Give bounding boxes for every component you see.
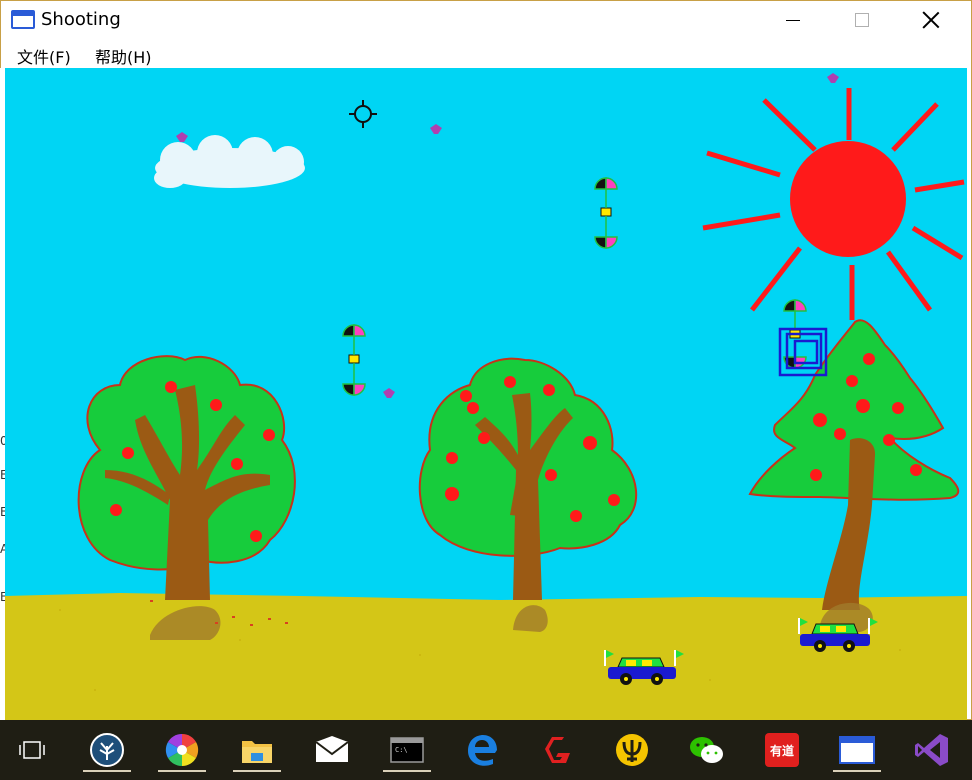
- task-view-button[interactable]: [4, 728, 60, 772]
- wechat-icon: [690, 737, 723, 763]
- yellow-app-icon: [616, 734, 648, 766]
- window-icon: [11, 10, 35, 29]
- close-button[interactable]: [901, 1, 961, 39]
- taskbar-app[interactable]: [679, 728, 735, 772]
- game-canvas[interactable]: [5, 68, 967, 720]
- mail-icon: [315, 736, 349, 762]
- pinwheel-app-icon: [165, 733, 199, 767]
- running-indicator: [158, 770, 206, 772]
- game-scene: [5, 68, 967, 720]
- file-explorer-icon: [242, 741, 272, 763]
- running-indicator: [833, 770, 881, 772]
- menu-help[interactable]: 帮助(H): [95, 44, 152, 68]
- title-bar[interactable]: Shooting: [1, 1, 971, 39]
- red-app-icon: [545, 737, 570, 763]
- task-view-icon: [19, 741, 45, 759]
- running-indicator: [383, 770, 431, 772]
- ground: [5, 593, 967, 720]
- taskbar-app[interactable]: [154, 728, 210, 772]
- minimize-icon: [786, 19, 800, 21]
- command-prompt-icon: C:\: [390, 737, 424, 763]
- menu-bar: 文件(F) 帮助(H): [1, 39, 971, 69]
- taskbar-app[interactable]: [529, 728, 585, 772]
- taskbar-app[interactable]: [454, 728, 510, 772]
- menu-file[interactable]: 文件(F): [17, 44, 71, 68]
- taskbar-app-active[interactable]: [829, 728, 885, 772]
- svg-text:C:\: C:\: [395, 746, 408, 754]
- minimize-button[interactable]: [763, 1, 823, 39]
- edge-browser-icon: [468, 735, 497, 766]
- close-icon: [922, 11, 940, 29]
- taskbar: C:\ 有道: [0, 720, 972, 780]
- taskbar-app[interactable]: 有道: [754, 728, 810, 772]
- window-title: Shooting: [41, 9, 121, 30]
- maximize-button[interactable]: [832, 1, 892, 39]
- maximize-icon: [855, 13, 869, 27]
- running-indicator: [83, 770, 131, 772]
- taskbar-app[interactable]: [904, 728, 960, 772]
- shooting-window-icon: [839, 736, 875, 764]
- visual-studio-icon: [915, 734, 948, 766]
- taskbar-app[interactable]: [304, 728, 360, 772]
- taskbar-app[interactable]: [79, 728, 135, 772]
- taskbar-app[interactable]: [229, 728, 285, 772]
- tree-app-icon: [90, 733, 124, 767]
- taskbar-app[interactable]: C:\: [379, 728, 435, 772]
- youdao-icon: 有道: [765, 733, 799, 767]
- taskbar-app[interactable]: [604, 728, 660, 772]
- running-indicator: [233, 770, 281, 772]
